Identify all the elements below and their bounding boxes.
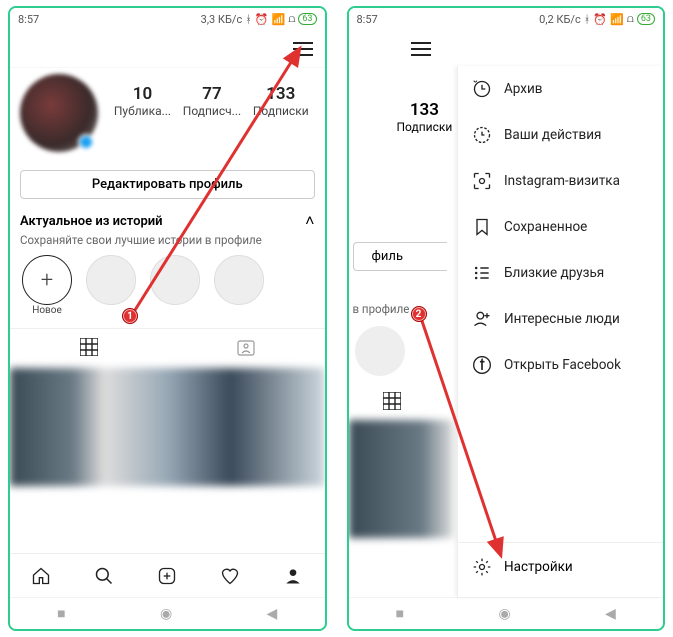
status-time: 8:57 <box>18 13 39 26</box>
new-post-icon[interactable] <box>157 566 177 586</box>
signal-icon: 📶 <box>610 13 624 26</box>
menu-icon[interactable] <box>411 42 431 56</box>
side-menu-panel: Архив Ваши действия Instagram-визитка Со… <box>457 66 663 597</box>
signal-icon: 📶 <box>272 13 286 26</box>
status-net: 3,3 КБ/с <box>201 13 243 26</box>
highlight-new[interactable]: + Новое <box>22 255 72 316</box>
highlights-title: Актуальное из историй <box>20 214 163 229</box>
menu-item-discover[interactable]: Интересные люди <box>458 296 663 342</box>
activity-clock-icon <box>472 125 492 145</box>
highlight-placeholder <box>150 255 200 305</box>
edit-profile-button[interactable]: Редактировать профиль <box>20 170 315 199</box>
bluetooth-icon: ᚼ <box>245 13 252 26</box>
wifi-icon: ⩍ <box>627 12 634 26</box>
stat-following[interactable]: 133 Подписки <box>253 84 309 118</box>
status-net: 0,2 КБ/с <box>539 13 581 26</box>
bluetooth-icon: ᚼ <box>584 13 591 26</box>
annotation-badge-2: 2 <box>411 306 427 322</box>
highlight-placeholder <box>355 326 405 376</box>
stat-followers[interactable]: 77 Подписч... <box>183 84 241 118</box>
add-person-icon <box>472 309 492 329</box>
wifi-icon: ⩍ <box>288 12 295 26</box>
gear-icon <box>472 557 492 577</box>
tab-grid[interactable] <box>10 329 167 368</box>
stat-following-fragment: 133 Подписки <box>397 100 453 134</box>
bottom-nav <box>10 553 325 597</box>
list-icon <box>472 263 492 283</box>
status-bar: 8:57 0,2 КБ/с ᚼ ⏰ 📶 ⩍ 63 <box>349 8 664 30</box>
menu-item-saved[interactable]: Сохраненное <box>458 204 663 250</box>
activity-icon[interactable] <box>220 566 240 586</box>
profile-stats: 10 Публика... 77 Подписч... 133 Подписки <box>108 84 315 118</box>
status-time: 8:57 <box>357 13 378 26</box>
posts-grid-fragment <box>349 420 453 538</box>
highlight-placeholder <box>86 255 136 305</box>
tagged-icon <box>236 337 256 357</box>
posts-grid[interactable] <box>10 368 325 486</box>
plus-icon: + <box>22 255 72 305</box>
tab-tagged[interactable] <box>167 329 324 368</box>
menu-item-close-friends[interactable]: Близкие друзья <box>458 250 663 296</box>
annotation-badge-1: 1 <box>122 308 138 324</box>
avatar[interactable] <box>20 74 98 152</box>
android-nav-bar: ■ ◉ ◀ <box>10 597 325 629</box>
facebook-icon <box>472 355 492 375</box>
highlights-subtitle: Сохраняйте свои лучшие истории в профиле <box>20 233 315 247</box>
android-recents-icon[interactable]: ■ <box>57 605 65 622</box>
profile-header: 10 Публика... 77 Подписч... 133 Подписки <box>10 68 325 152</box>
status-bar: 8:57 3,3 КБ/с ᚼ ⏰ 📶 ⩍ 63 <box>10 8 325 30</box>
alarm-icon: ⏰ <box>593 13 607 26</box>
alarm-icon: ⏰ <box>255 13 269 26</box>
menu-item-activity[interactable]: Ваши действия <box>458 112 663 158</box>
menu-item-facebook[interactable]: Открыть Facebook <box>458 342 663 388</box>
battery-icon: 63 <box>637 13 655 25</box>
profile-view-tabs <box>10 328 325 368</box>
menu-item-nametag[interactable]: Instagram-визитка <box>458 158 663 204</box>
bookmark-icon <box>472 217 492 237</box>
battery-icon: 63 <box>298 13 316 25</box>
menu-item-settings[interactable]: Настройки <box>458 542 663 597</box>
search-icon[interactable] <box>94 566 114 586</box>
nametag-icon <box>472 171 492 191</box>
chevron-up-icon[interactable]: ˄ <box>305 211 314 231</box>
grid-icon <box>383 392 401 410</box>
android-home-icon[interactable]: ◉ <box>498 606 510 622</box>
highlight-placeholder <box>214 255 264 305</box>
phone-screenshot-2: 8:57 0,2 КБ/с ᚼ ⏰ 📶 ⩍ 63 133 Подписки фи… <box>347 6 666 631</box>
android-back-icon[interactable]: ◀ <box>267 606 278 622</box>
archive-icon <box>472 79 492 99</box>
android-home-icon[interactable]: ◉ <box>160 606 172 622</box>
profile-top-bar <box>10 30 325 68</box>
android-nav-bar: ■ ◉ ◀ <box>349 597 664 629</box>
home-icon[interactable] <box>31 566 51 586</box>
profile-icon[interactable] <box>283 566 303 586</box>
android-back-icon[interactable]: ◀ <box>605 606 616 622</box>
profile-top-bar <box>349 30 664 68</box>
phone-screenshot-1: 8:57 3,3 КБ/с ᚼ ⏰ 📶 ⩍ 63 10 Публика... 7… <box>8 6 327 631</box>
highlights-sub-fragment: в профиле <box>353 302 410 316</box>
menu-icon[interactable] <box>293 42 313 56</box>
dimmed-background: 133 Подписки филь в профиле <box>349 30 453 597</box>
android-recents-icon[interactable]: ■ <box>396 605 404 622</box>
edit-profile-fragment: филь <box>353 242 447 271</box>
menu-item-archive[interactable]: Архив <box>458 66 663 112</box>
grid-icon <box>79 337 99 357</box>
story-ring-add-icon <box>78 134 94 150</box>
stat-posts[interactable]: 10 Публика... <box>114 84 171 118</box>
story-highlights-section: Актуальное из историй ˄ Сохраняйте свои … <box>10 205 325 320</box>
